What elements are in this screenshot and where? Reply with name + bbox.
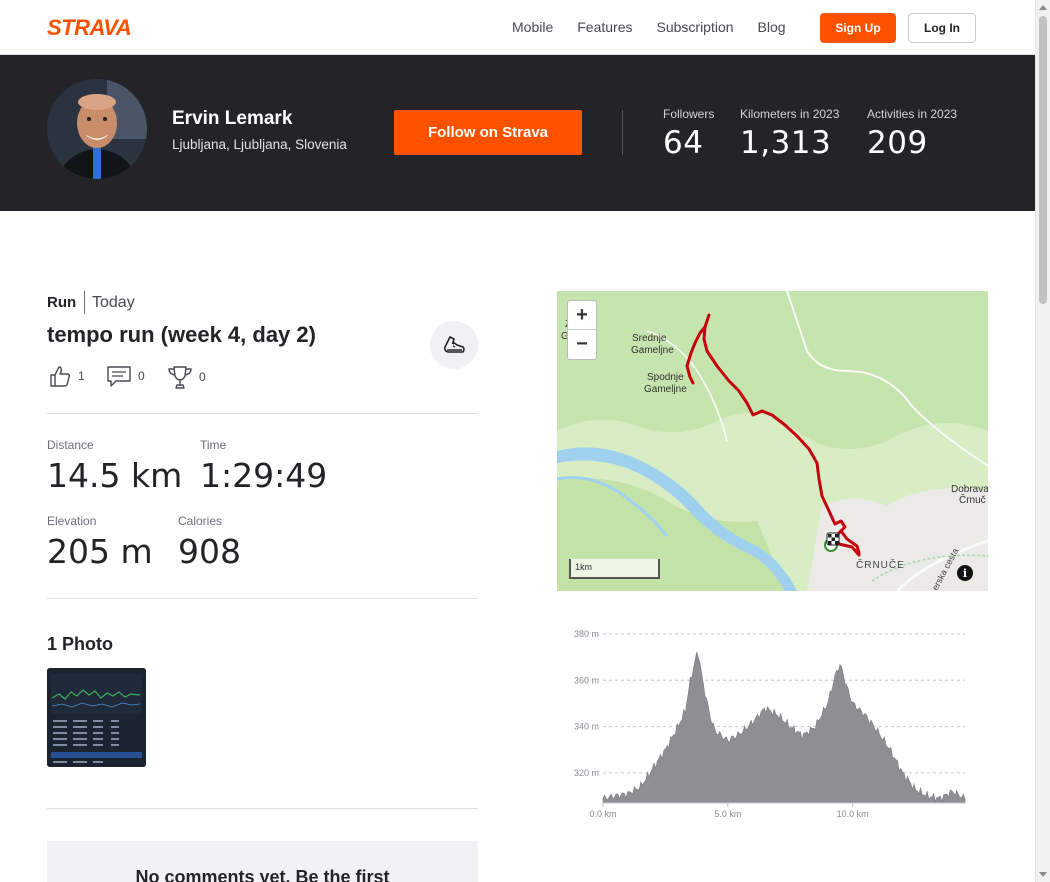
y-tick-label: 380 m bbox=[574, 629, 599, 639]
map-label: Dobrava bbox=[951, 484, 988, 495]
x-tick-label: 5.0 km bbox=[714, 809, 741, 819]
zoom-in-button[interactable]: + bbox=[568, 301, 596, 330]
stat-kilometers: Kilometers in 2023 1,313 bbox=[740, 107, 839, 161]
stat-label: Kilometers in 2023 bbox=[740, 107, 840, 121]
comments-counter[interactable]: 0 bbox=[106, 364, 145, 388]
sign-up-button[interactable]: Sign Up bbox=[820, 13, 896, 43]
zoom-out-button[interactable]: − bbox=[568, 330, 596, 359]
comments-empty-text: No comments yet. Be the first bbox=[135, 867, 390, 882]
athlete-location: Ljubljana, Ljubljana, Slovenia bbox=[172, 137, 347, 152]
log-in-button[interactable]: Log In bbox=[908, 13, 976, 43]
divider bbox=[47, 598, 478, 599]
activity-date: Today bbox=[92, 294, 135, 311]
x-tick-label: 0.0 km bbox=[589, 809, 616, 819]
avatar-image bbox=[47, 79, 147, 179]
nav-link-blog[interactable]: Blog bbox=[758, 19, 786, 35]
stat-label: Followers bbox=[663, 107, 715, 121]
shoe-icon bbox=[444, 336, 465, 353]
divider bbox=[47, 413, 478, 414]
route-map[interactable]: Z G Srednje Gameljne Spodnje Gameljne ČR… bbox=[557, 291, 988, 591]
scrollbar-thumb[interactable] bbox=[1039, 16, 1047, 304]
page: STRAVA Mobile Features Subscription Blog… bbox=[0, 0, 1035, 882]
scroll-down-arrow[interactable] bbox=[1039, 872, 1047, 877]
nav-link-features[interactable]: Features bbox=[577, 19, 632, 35]
thumbs-up-icon bbox=[50, 366, 71, 387]
logo-text: STRAVA bbox=[47, 16, 131, 38]
activity-title: tempo run (week 4, day 2) bbox=[47, 322, 316, 347]
scrollbar[interactable] bbox=[1035, 0, 1050, 882]
x-tick-label: 10.0 km bbox=[837, 809, 869, 819]
photo-thumbnail[interactable] bbox=[47, 668, 146, 767]
banner-divider bbox=[622, 110, 623, 155]
map-label: Gameljne bbox=[631, 345, 674, 356]
photo-image bbox=[47, 668, 146, 767]
stat-value: 209 bbox=[867, 125, 928, 161]
map-canvas: Z G Srednje Gameljne Spodnje Gameljne ČR… bbox=[557, 291, 988, 591]
athlete-banner: Ervin Lemark Ljubljana, Ljubljana, Slove… bbox=[0, 55, 1035, 211]
time-label: Time bbox=[200, 438, 227, 452]
distance-value: 14.5 km bbox=[47, 456, 183, 495]
comments-section: No comments yet. Be the first bbox=[47, 841, 478, 882]
achievements-counter[interactable]: 0 bbox=[167, 364, 206, 390]
top-nav: STRAVA Mobile Features Subscription Blog… bbox=[0, 0, 1035, 55]
time-value: 1:29:49 bbox=[200, 456, 328, 495]
scroll-up-arrow[interactable] bbox=[1039, 5, 1047, 10]
nav-link-mobile[interactable]: Mobile bbox=[512, 19, 553, 35]
activity-type-divider bbox=[84, 291, 85, 314]
follow-button[interactable]: Follow on Strava bbox=[394, 110, 582, 155]
photos-title: 1 Photo bbox=[47, 634, 113, 654]
shoe-button[interactable] bbox=[430, 321, 478, 369]
map-label: Srednje bbox=[632, 333, 667, 344]
nav-links: Mobile Features Subscription Blog bbox=[512, 19, 810, 35]
comments-count: 0 bbox=[138, 369, 145, 383]
calories-label: Calories bbox=[178, 514, 223, 528]
map-label: Gameljne bbox=[644, 384, 687, 395]
comment-icon bbox=[107, 366, 131, 387]
stat-activities: Activities in 2023 209 bbox=[867, 107, 957, 161]
athlete-name[interactable]: Ervin Lemark bbox=[172, 108, 292, 130]
elevation-chart-svg: 380 m 360 m 340 m 320 m 0.0 km 5.0 km 10.0 km bbox=[574, 629, 966, 819]
map-label: Spodnje bbox=[647, 372, 684, 383]
achievements-count: 0 bbox=[199, 370, 206, 384]
map-scale: 1km bbox=[569, 559, 660, 579]
elevation-label: Elevation bbox=[47, 514, 97, 528]
athlete-avatar[interactable] bbox=[47, 79, 147, 179]
y-tick-label: 340 m bbox=[574, 722, 599, 732]
info-icon[interactable]: i bbox=[957, 565, 973, 581]
y-tick-label: 360 m bbox=[574, 675, 599, 685]
stat-value: 1,313 bbox=[740, 125, 832, 161]
activity-type: Run bbox=[47, 294, 77, 311]
y-tick-label: 320 m bbox=[574, 768, 599, 778]
nav-link-subscription[interactable]: Subscription bbox=[657, 19, 734, 35]
strava-logo[interactable]: STRAVA bbox=[47, 15, 143, 43]
map-label: ČRNUČE bbox=[856, 558, 905, 571]
elevation-value: 205 m bbox=[47, 532, 153, 571]
distance-label: Distance bbox=[47, 438, 94, 452]
calories-value: 908 bbox=[178, 532, 241, 571]
elevation-area bbox=[602, 651, 966, 804]
zoom-control: + − bbox=[567, 300, 597, 360]
trophy-icon bbox=[168, 366, 192, 389]
finish-flag-icon bbox=[826, 532, 840, 546]
stat-label: Activities in 2023 bbox=[867, 107, 958, 121]
elevation-chart: 380 m 360 m 340 m 320 m 0.0 km 5.0 km 10.0 km bbox=[557, 620, 987, 830]
stat-value: 64 bbox=[663, 125, 704, 161]
map-label: Črnuč bbox=[959, 493, 986, 506]
kudos-count: 1 bbox=[78, 369, 85, 383]
stat-followers: Followers 64 bbox=[663, 107, 714, 161]
kudos-counter[interactable]: 1 bbox=[48, 364, 85, 388]
divider bbox=[47, 808, 478, 809]
